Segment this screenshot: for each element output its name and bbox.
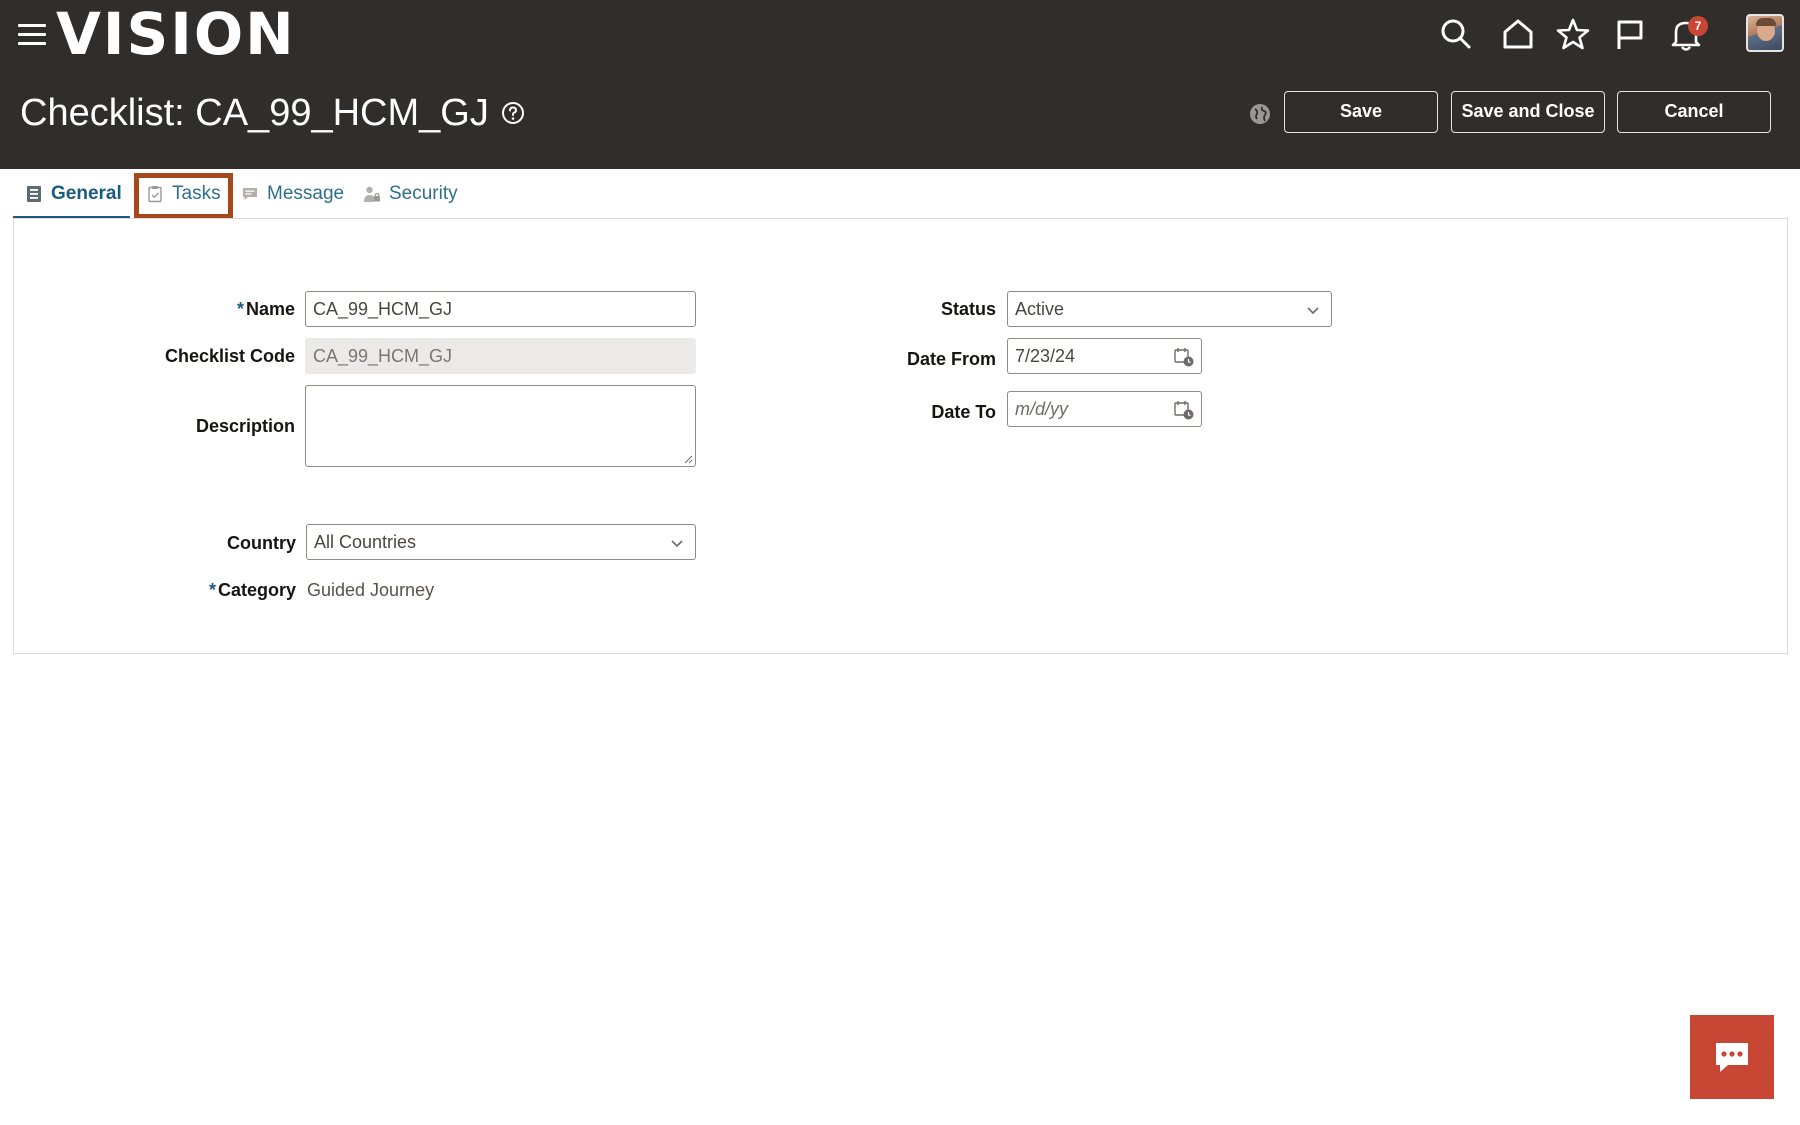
chat-button[interactable] bbox=[1690, 1015, 1774, 1099]
status-value: Active bbox=[1015, 299, 1065, 319]
status-label: Status bbox=[940, 299, 996, 319]
form-icon bbox=[27, 186, 41, 202]
status-select[interactable]: Active bbox=[1007, 291, 1332, 327]
name-label-text: Name bbox=[245, 299, 295, 319]
calendar-icon[interactable] bbox=[1173, 399, 1195, 421]
required-indicator: * bbox=[236, 299, 244, 319]
checklist-code-label: Checklist Code bbox=[164, 346, 295, 366]
flag-icon[interactable] bbox=[1610, 14, 1650, 54]
category-value: Guided Journey bbox=[307, 580, 435, 600]
page-title-text: Checklist: CA_99_HCM_GJ bbox=[20, 92, 489, 134]
date-from-label: Date From bbox=[906, 349, 996, 369]
category-label-text: Category bbox=[217, 580, 296, 600]
resize-grip-icon[interactable] bbox=[683, 454, 693, 464]
country-select[interactable]: All Countries bbox=[306, 524, 696, 560]
name-label: * Name bbox=[150, 299, 295, 320]
country-value: All Countries bbox=[314, 532, 417, 552]
tab-security[interactable]: Security bbox=[363, 169, 458, 219]
tab-message[interactable]: Message bbox=[241, 169, 344, 219]
tab-security-label: Security bbox=[389, 183, 458, 204]
tab-tasks[interactable]: Tasks bbox=[134, 169, 233, 219]
tab-general-label: General bbox=[51, 183, 122, 204]
user-lock-icon bbox=[364, 186, 380, 202]
name-input[interactable] bbox=[305, 291, 696, 327]
globe-icon bbox=[1250, 104, 1270, 124]
required-indicator: * bbox=[208, 580, 216, 600]
save-button[interactable]: Save bbox=[1284, 91, 1438, 133]
star-icon[interactable] bbox=[1553, 14, 1593, 54]
message-icon bbox=[243, 188, 257, 200]
bell-icon[interactable]: 7 bbox=[1666, 14, 1708, 54]
tab-message-label: Message bbox=[267, 183, 345, 204]
cancel-button[interactable]: Cancel bbox=[1617, 91, 1771, 133]
description-textarea[interactable] bbox=[305, 385, 696, 467]
user-avatar[interactable] bbox=[1746, 14, 1784, 52]
help-icon[interactable] bbox=[501, 101, 525, 125]
search-icon[interactable] bbox=[1436, 14, 1476, 54]
description-label: Description bbox=[195, 416, 295, 436]
chevron-down-icon bbox=[1307, 307, 1319, 315]
global-header: VISION 7 Checklist: CA_99_HCM_GJ Save Sa… bbox=[0, 0, 1800, 169]
tab-bar: General Tasks Message Security bbox=[13, 169, 1788, 219]
date-from-input[interactable]: 7/23/24 bbox=[1007, 338, 1202, 374]
tab-tasks-label: Tasks bbox=[172, 183, 221, 204]
chevron-down-icon bbox=[671, 540, 683, 548]
clipboard-icon bbox=[148, 186, 162, 203]
notification-count-badge: 7 bbox=[1688, 16, 1708, 36]
home-icon[interactable] bbox=[1498, 14, 1538, 54]
checklist-code-value: CA_99_HCM_GJ bbox=[305, 338, 696, 374]
page-title: Checklist: CA_99_HCM_GJ bbox=[20, 88, 525, 138]
chat-icon bbox=[1716, 1043, 1748, 1072]
date-from-value: 7/23/24 bbox=[1015, 346, 1076, 366]
date-to-label: Date To bbox=[931, 402, 996, 422]
tab-general[interactable]: General bbox=[13, 169, 130, 219]
country-label: Country bbox=[227, 533, 296, 553]
save-and-close-button[interactable]: Save and Close bbox=[1451, 91, 1605, 133]
menu-icon[interactable] bbox=[18, 24, 46, 48]
date-to-placeholder: m/d/yy bbox=[1015, 399, 1069, 419]
vision-logo[interactable]: VISION bbox=[56, 2, 296, 66]
calendar-icon[interactable] bbox=[1173, 346, 1195, 368]
category-label: * Category bbox=[150, 580, 296, 601]
date-to-input[interactable]: m/d/yy bbox=[1007, 391, 1202, 427]
